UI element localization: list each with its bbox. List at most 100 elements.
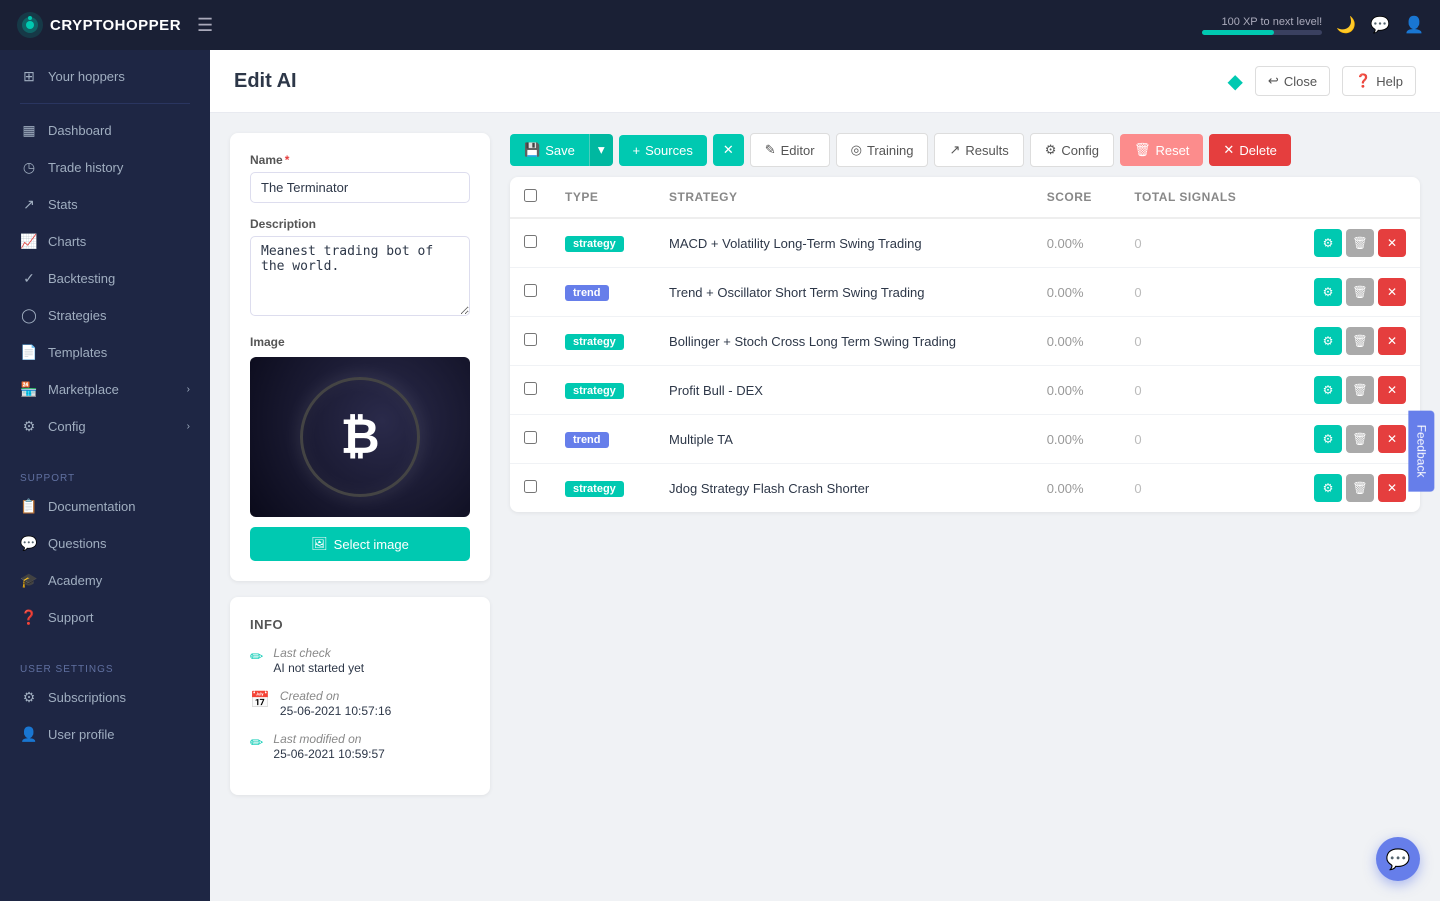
delete-button[interactable]: ✕ Delete	[1209, 134, 1290, 166]
config-button[interactable]: ⚙ Config	[1030, 133, 1114, 167]
save-dropdown-button[interactable]: ▾	[589, 134, 613, 166]
name-input[interactable]	[250, 172, 470, 203]
strategy-name: Bollinger + Stoch Cross Long Term Swing …	[655, 317, 1033, 366]
row-checkbox[interactable]	[524, 382, 537, 395]
bitcoin-image: ₿	[250, 357, 470, 517]
training-button[interactable]: ◎ Training	[836, 133, 929, 167]
row-info-button[interactable]: ⚙	[1314, 327, 1342, 355]
sidebar-item-support[interactable]: ❓ Support	[0, 599, 210, 636]
subscriptions-icon: ⚙	[20, 689, 38, 706]
table-row: trend Multiple TA 0.00% 0 ⚙ 🗑 ✕	[510, 415, 1420, 464]
row-info-button[interactable]: ⚙	[1314, 474, 1342, 502]
sidebar-item-marketplace[interactable]: 🏪 Marketplace ›	[0, 371, 210, 408]
sidebar-item-academy[interactable]: 🎓 Academy	[0, 562, 210, 599]
strategies-table-card: Type Strategy Score Total signals strate…	[510, 177, 1420, 512]
sidebar-item-questions[interactable]: 💬 Questions	[0, 525, 210, 562]
bitcoin-ring: ₿	[300, 377, 420, 497]
row-delete-button[interactable]: 🗑	[1346, 376, 1374, 404]
score-cell: 0.00%	[1033, 415, 1121, 464]
sidebar-item-trade-history[interactable]: ◷ Trade history	[0, 149, 210, 186]
score-cell: 0.00%	[1033, 464, 1121, 513]
chat-bubble-button[interactable]: 💬	[1376, 837, 1420, 881]
results-button[interactable]: ↗ Results	[934, 133, 1023, 167]
back-icon: ↩	[1268, 73, 1279, 89]
row-close-button[interactable]: ✕	[1378, 425, 1406, 453]
row-delete-button[interactable]: 🗑	[1346, 327, 1374, 355]
sidebar-item-stats[interactable]: ↗ Stats	[0, 186, 210, 223]
strategy-name: MACD + Volatility Long-Term Swing Tradin…	[655, 218, 1033, 268]
edit-icon: ✏	[250, 647, 263, 667]
row-close-button[interactable]: ✕	[1378, 376, 1406, 404]
total-signals-cell: 0	[1120, 218, 1276, 268]
close-button[interactable]: ↩ Close	[1255, 66, 1330, 96]
col-score: Score	[1033, 177, 1121, 218]
sidebar-item-subscriptions[interactable]: ⚙ Subscriptions	[0, 679, 210, 716]
row-checkbox[interactable]	[524, 480, 537, 493]
row-delete-button[interactable]: 🗑	[1346, 474, 1374, 502]
chat-icon[interactable]: 💬	[1370, 15, 1390, 35]
sidebar-item-charts[interactable]: 📈 Charts	[0, 223, 210, 260]
row-info-button[interactable]: ⚙	[1314, 376, 1342, 404]
sidebar-item-your-hoppers[interactable]: ⊞ Your hoppers	[0, 58, 210, 95]
sidebar-item-dashboard[interactable]: ▦ Dashboard	[0, 112, 210, 149]
name-label: Name*	[250, 153, 470, 167]
hamburger-menu[interactable]: ☰	[197, 15, 213, 36]
sidebar-item-config[interactable]: ⚙ Config ›	[0, 408, 210, 445]
row-close-button[interactable]: ✕	[1378, 278, 1406, 306]
type-badge: strategy	[565, 236, 624, 252]
row-delete-button[interactable]: 🗑	[1346, 278, 1374, 306]
row-info-button[interactable]: ⚙	[1314, 278, 1342, 306]
toolbar: 💾 Save ▾ + Sources ✕ ✎ Editor	[510, 133, 1420, 167]
calendar-icon: 📅	[250, 690, 270, 710]
row-close-button[interactable]: ✕	[1378, 474, 1406, 502]
row-close-button[interactable]: ✕	[1378, 229, 1406, 257]
row-close-button[interactable]: ✕	[1378, 327, 1406, 355]
pen-icon: ✎	[765, 142, 776, 158]
support-icon: ❓	[20, 609, 38, 626]
row-checkbox[interactable]	[524, 235, 537, 248]
sources-close-button[interactable]: ✕	[713, 134, 744, 166]
row-info-button[interactable]: ⚙	[1314, 425, 1342, 453]
editor-button[interactable]: ✎ Editor	[750, 133, 830, 167]
user-icon[interactable]: 👤	[1404, 15, 1424, 35]
right-panel: 💾 Save ▾ + Sources ✕ ✎ Editor	[510, 133, 1420, 795]
grid-icon: ⊞	[20, 68, 38, 85]
row-checkbox[interactable]	[524, 333, 537, 346]
total-signals-cell: 0	[1120, 366, 1276, 415]
select-all-checkbox[interactable]	[524, 189, 537, 202]
total-signals-cell: 0	[1120, 268, 1276, 317]
theme-toggle-icon[interactable]: 🌙	[1336, 15, 1356, 35]
row-delete-button[interactable]: 🗑	[1346, 425, 1374, 453]
description-textarea[interactable]: Meanest trading bot of the world.	[250, 236, 470, 316]
select-image-button[interactable]: 🖼 Select image	[250, 527, 470, 561]
save-icon: 💾	[524, 142, 540, 158]
row-delete-button[interactable]: 🗑	[1346, 229, 1374, 257]
info-title: INFO	[250, 617, 470, 632]
strategy-name: Profit Bull - DEX	[655, 366, 1033, 415]
save-button[interactable]: 💾 Save	[510, 134, 589, 166]
row-checkbox[interactable]	[524, 284, 537, 297]
logo[interactable]: CRYPTOHOPPER	[16, 11, 181, 39]
sidebar-item-strategies[interactable]: ◯ Strategies	[0, 297, 210, 334]
score-cell: 0.00%	[1033, 268, 1121, 317]
sidebar-item-user-profile[interactable]: 👤 User profile	[0, 716, 210, 753]
sidebar-item-templates[interactable]: 📄 Templates	[0, 334, 210, 371]
col-strategy: Strategy	[655, 177, 1033, 218]
row-checkbox[interactable]	[524, 431, 537, 444]
docs-icon: 📋	[20, 498, 38, 515]
sidebar-item-backtesting[interactable]: ✓ Backtesting	[0, 260, 210, 297]
feedback-button[interactable]: Feedback	[1409, 410, 1435, 491]
edit2-icon: ✏	[250, 733, 263, 753]
sources-button[interactable]: + Sources	[619, 135, 707, 166]
results-icon: ↗	[949, 142, 960, 158]
reset-button[interactable]: 🗑 Reset	[1120, 134, 1203, 166]
templates-icon: 📄	[20, 344, 38, 361]
strategy-name: Trend + Oscillator Short Term Swing Trad…	[655, 268, 1033, 317]
sidebar-item-documentation[interactable]: 📋 Documentation	[0, 488, 210, 525]
table-row: trend Trend + Oscillator Short Term Swin…	[510, 268, 1420, 317]
academy-icon: 🎓	[20, 572, 38, 589]
row-info-button[interactable]: ⚙	[1314, 229, 1342, 257]
help-button[interactable]: ❓ Help	[1342, 66, 1416, 96]
delete-icon: ✕	[1223, 142, 1234, 158]
config-icon: ⚙	[20, 418, 38, 435]
